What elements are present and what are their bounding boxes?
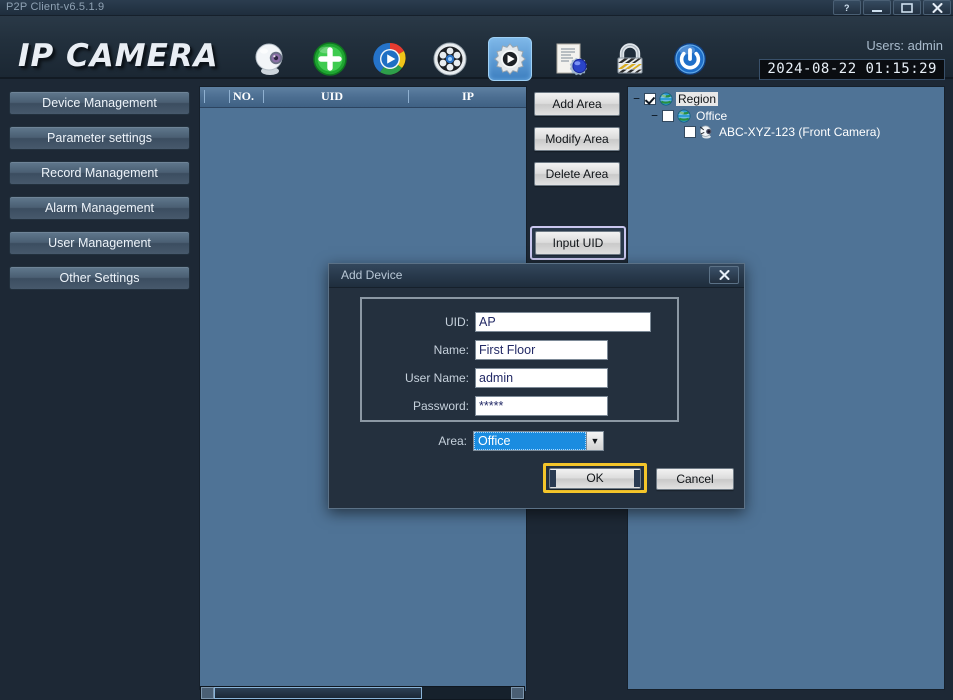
column-header-uid[interactable]: UID (321, 89, 343, 104)
uid-label: UID: (445, 315, 469, 329)
logs-icon[interactable] (548, 37, 592, 81)
password-label: Password: (412, 399, 469, 413)
modify-area-button[interactable]: Modify Area (534, 127, 620, 151)
dialog-close-button[interactable] (709, 266, 739, 284)
sidebar-item-parameter-settings[interactable]: Parameter settings (9, 126, 190, 150)
username-input[interactable] (475, 368, 608, 388)
minimize-button[interactable] (863, 0, 891, 15)
camera-node-icon (699, 125, 712, 139)
password-field-row: Password: (362, 395, 677, 417)
column-header-no[interactable]: NO. (233, 89, 254, 104)
password-input[interactable] (475, 396, 608, 416)
settings-gear-icon[interactable] (488, 37, 532, 81)
delete-area-button[interactable]: Delete Area (534, 162, 620, 186)
area-field-row: Area: Office ▼ (360, 430, 679, 452)
add-device-icon[interactable] (308, 37, 352, 81)
ok-button[interactable]: OK (549, 467, 641, 489)
sidebar-item-user-management[interactable]: User Management (9, 231, 190, 255)
sidebar-item-other-settings[interactable]: Other Settings (9, 266, 190, 290)
lock-icon[interactable] (608, 37, 652, 81)
column-divider (204, 90, 205, 103)
column-divider (408, 90, 409, 103)
svg-text:?: ? (844, 3, 850, 13)
sidebar-item-device-management[interactable]: Device Management (9, 91, 190, 115)
tree-node-region[interactable]: − Region (632, 91, 719, 107)
ok-button-highlight-ring: OK (543, 463, 647, 493)
horizontal-scrollbar[interactable] (200, 686, 525, 700)
add-device-dialog: Add Device UID: Name: User Name: Passwor… (328, 263, 745, 509)
sidebar-item-alarm-management[interactable]: Alarm Management (9, 196, 190, 220)
focus-marker-left (550, 470, 556, 487)
camera-icon[interactable] (248, 37, 292, 81)
main-toolbar (248, 37, 712, 81)
input-uid-button[interactable]: Input UID (535, 231, 621, 255)
input-uid-focus-ring: Input UID (530, 226, 626, 260)
maximize-icon (901, 2, 913, 13)
column-divider (229, 90, 230, 103)
window-title: P2P Client-v6.5.1.9 (6, 1, 105, 13)
tree-checkbox-camera[interactable] (684, 126, 696, 138)
application-window: P2P Client-v6.5.1.9 ? IP CAMERA Users: a… (0, 0, 953, 700)
dialog-field-group: UID: Name: User Name: Password: (360, 297, 679, 422)
tree-node-camera[interactable]: ABC-XYZ-123 (Front Camera) (684, 124, 882, 140)
scroll-left-arrow[interactable] (201, 687, 214, 699)
focus-marker-right (634, 470, 640, 487)
title-bar: P2P Client-v6.5.1.9 ? (0, 0, 953, 16)
sidebar: Device Management Parameter settings Rec… (0, 79, 198, 700)
cancel-button[interactable]: Cancel (656, 468, 734, 490)
name-input[interactable] (475, 340, 608, 360)
chevron-down-icon[interactable]: ▼ (586, 432, 603, 450)
area-label: Area: (438, 434, 467, 448)
tree-label-region[interactable]: Region (676, 92, 719, 106)
area-select[interactable]: Office ▼ (473, 431, 604, 451)
dialog-title-bar[interactable]: Add Device (329, 264, 744, 288)
user-label: Users: admin (866, 38, 943, 53)
globe-icon (677, 109, 691, 123)
close-button[interactable] (923, 0, 951, 15)
window-controls: ? (833, 0, 951, 16)
add-area-button[interactable]: Add Area (534, 92, 620, 116)
brand-title: IP CAMERA (18, 38, 219, 74)
area-select-value[interactable]: Office (474, 432, 586, 450)
scroll-right-arrow[interactable] (511, 687, 524, 699)
close-icon (719, 270, 729, 280)
minimize-icon (872, 9, 882, 12)
username-field-row: User Name: (362, 367, 677, 389)
power-icon[interactable] (668, 37, 712, 81)
playback-icon[interactable] (368, 37, 412, 81)
uid-field-row: UID: (362, 311, 677, 333)
globe-icon (659, 92, 673, 106)
scrollbar-thumb[interactable] (214, 687, 422, 699)
dialog-title: Add Device (341, 268, 403, 282)
device-list-header: NO. UID IP (200, 87, 526, 108)
name-label: Name: (433, 343, 469, 357)
clock-display: 2024-08-22 01:15:29 (759, 59, 945, 80)
tree-checkbox-region[interactable] (644, 93, 656, 105)
name-field-row: Name: (362, 339, 677, 361)
scrollbar-track[interactable] (214, 687, 511, 699)
app-header: IP CAMERA Users: admin 2024-08-22 01:15:… (0, 16, 953, 81)
record-reel-icon[interactable] (428, 37, 472, 81)
column-header-ip[interactable]: IP (462, 89, 474, 104)
help-button[interactable]: ? (833, 0, 861, 15)
question-mark-icon: ? (844, 3, 850, 13)
collapse-expander-icon[interactable]: − (632, 93, 641, 104)
tree-node-office[interactable]: − Office (650, 108, 729, 124)
close-icon (932, 2, 942, 13)
tree-label-office[interactable]: Office (694, 109, 729, 123)
sidebar-item-record-management[interactable]: Record Management (9, 161, 190, 185)
tree-checkbox-office[interactable] (662, 110, 674, 122)
username-label: User Name: (404, 371, 469, 385)
tree-label-camera[interactable]: ABC-XYZ-123 (Front Camera) (717, 125, 882, 139)
uid-input[interactable] (475, 312, 651, 332)
collapse-expander-icon[interactable]: − (650, 110, 659, 121)
column-divider (263, 90, 264, 103)
maximize-button[interactable] (893, 0, 921, 15)
